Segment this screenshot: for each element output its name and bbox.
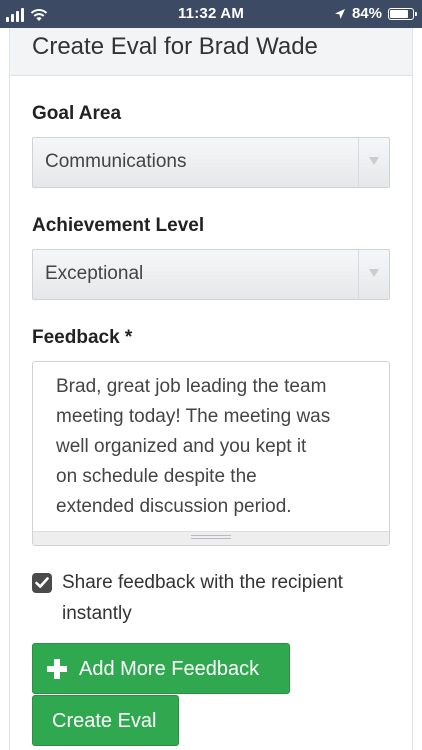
resize-grip-icon [191, 535, 231, 541]
add-more-feedback-label: Add More Feedback [79, 658, 260, 680]
goal-area-dropdown-arrow[interactable] [358, 138, 389, 187]
panel-header: Create Eval for Brad Wade [9, 28, 413, 76]
screen: 11:32 AM 84% Create Eval for Brad Wade G… [0, 0, 422, 750]
share-feedback-label[interactable]: Share feedback with the recipient instan… [62, 567, 392, 629]
goal-area-value: Communications [45, 151, 187, 172]
battery-icon [388, 7, 417, 20]
goal-area-label: Goal Area [32, 103, 122, 124]
achievement-level-dropdown-arrow[interactable] [358, 250, 389, 299]
feedback-label: Feedback * [32, 327, 133, 348]
status-right: 84% [334, 5, 417, 22]
resize-handle[interactable] [33, 531, 389, 545]
achievement-level-select[interactable]: Exceptional [32, 249, 390, 300]
battery-fill [390, 9, 408, 18]
status-bar: 11:32 AM 84% [0, 0, 422, 28]
page-title: Create Eval for Brad Wade [32, 33, 318, 60]
share-feedback-checkbox[interactable] [32, 573, 52, 593]
create-eval-button[interactable]: Create Eval [32, 695, 179, 746]
achievement-level-value: Exceptional [45, 263, 144, 284]
caret-down-icon [369, 269, 379, 277]
battery-tip [415, 11, 417, 16]
add-more-feedback-button[interactable]: Add More Feedback [32, 643, 290, 694]
checkmark-icon [35, 577, 49, 588]
caret-down-icon [369, 157, 379, 165]
share-feedback-row[interactable]: Share feedback with the recipient instan… [32, 570, 392, 630]
location-icon [334, 8, 345, 19]
feedback-text[interactable]: Brad, great job leading the team meeting… [56, 372, 376, 522]
create-eval-label: Create Eval [52, 710, 157, 732]
feedback-textarea[interactable]: Brad, great job leading the team meeting… [32, 361, 390, 546]
plus-icon [47, 659, 67, 679]
achievement-level-label: Achievement Level [32, 215, 205, 236]
goal-area-select[interactable]: Communications [32, 137, 390, 188]
battery-percent: 84% [351, 5, 382, 22]
